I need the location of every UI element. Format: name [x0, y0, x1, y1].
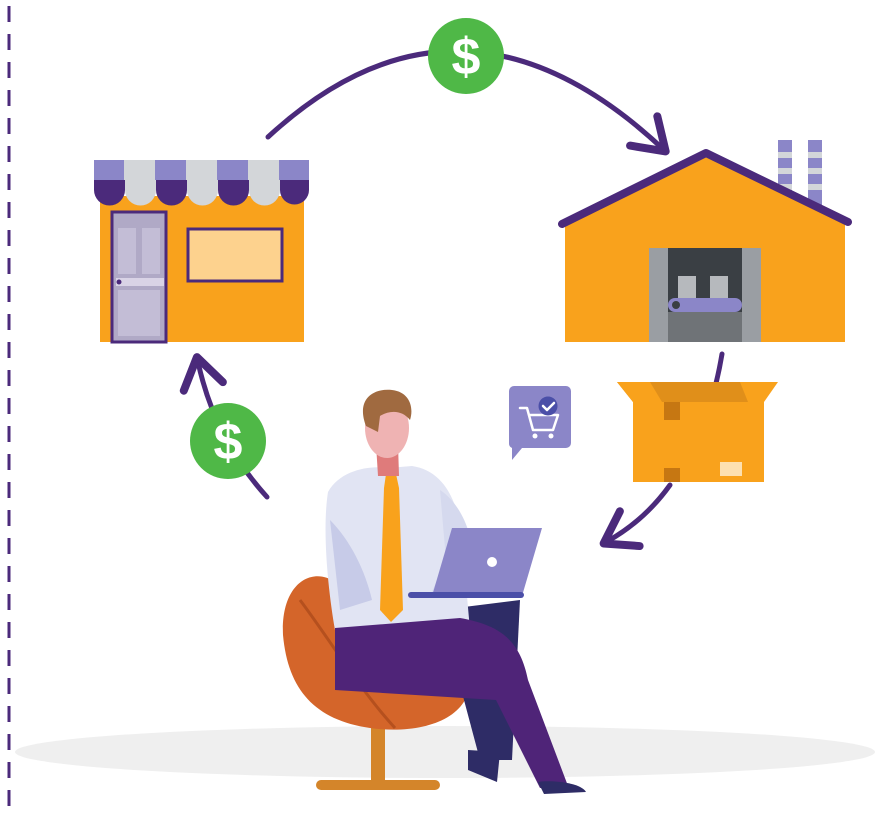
illustration-canvas: $ $ — [7, 6, 875, 814]
warehouse-icon — [558, 140, 852, 342]
dollar-coin-top: $ — [428, 18, 504, 94]
dollar-coin-left: $ — [190, 403, 266, 479]
package-box-icon — [617, 382, 778, 482]
floor-shadow — [15, 726, 875, 778]
box-label — [720, 462, 742, 476]
check-badge — [538, 396, 558, 416]
ecommerce-cycle-illustration: $ $ — [0, 0, 880, 814]
arrow-box-to-customer — [599, 482, 673, 551]
coin-symbol-left: $ — [214, 413, 243, 471]
shop-window — [186, 227, 284, 283]
coin-symbol-top: $ — [452, 28, 481, 86]
shopping-cart-chat-icon — [508, 386, 571, 460]
storefront-icon — [94, 160, 309, 344]
